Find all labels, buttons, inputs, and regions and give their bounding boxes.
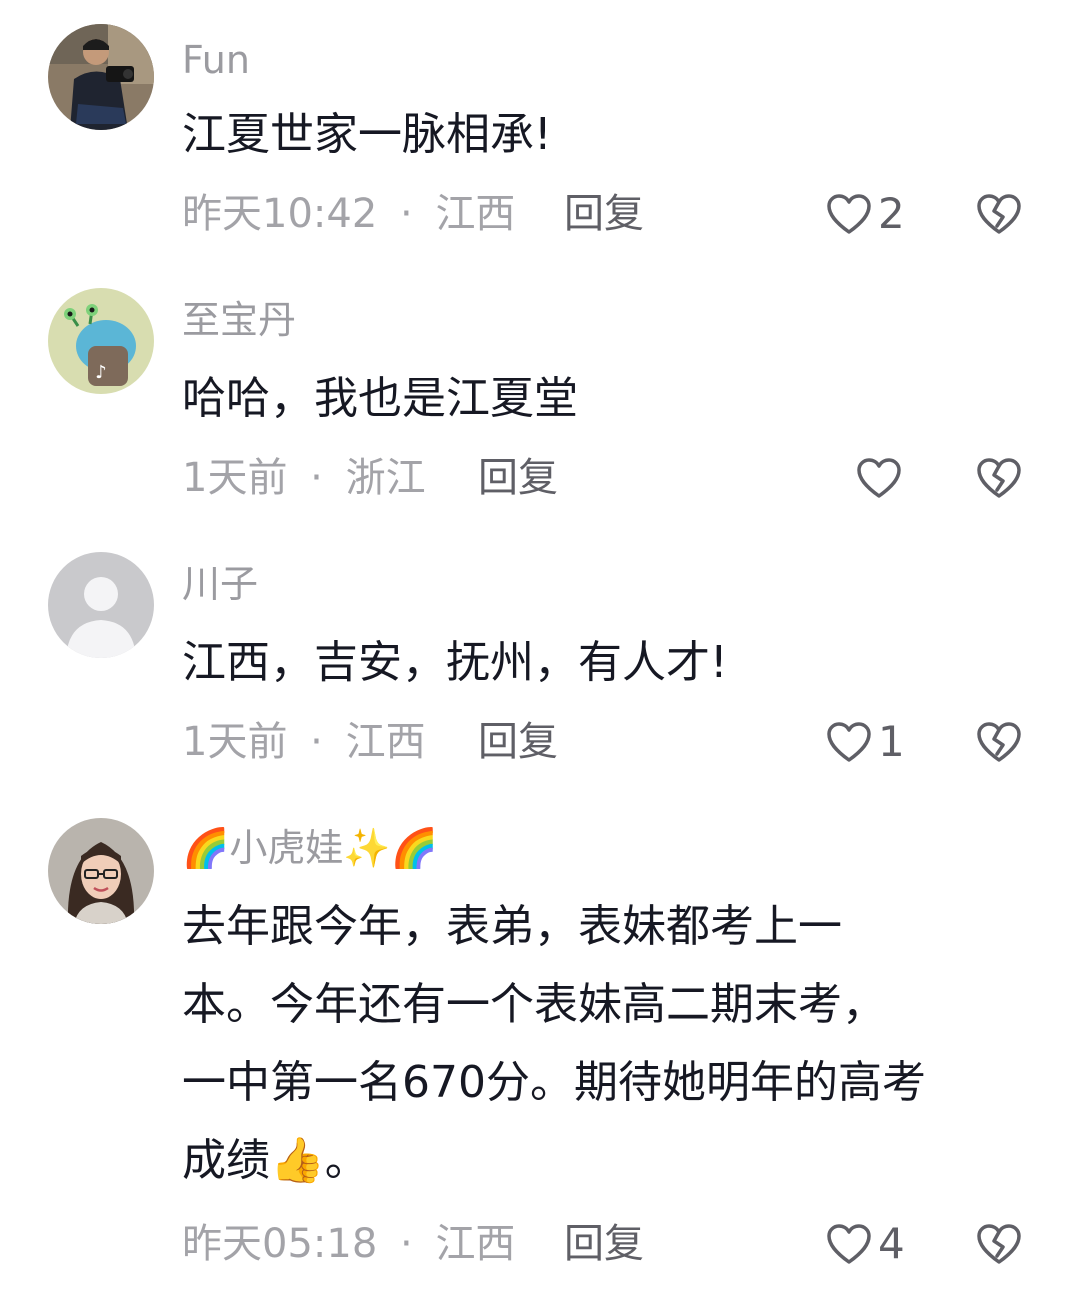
comment-text-tail: 。 bbox=[324, 1135, 369, 1186]
dislike-button[interactable] bbox=[974, 188, 1024, 240]
broken-heart-icon bbox=[977, 1224, 1021, 1264]
comment-location: 江西 bbox=[435, 1221, 516, 1267]
avatar[interactable] bbox=[48, 24, 154, 130]
comment-text: 哈哈，我也是江夏堂 bbox=[182, 373, 578, 424]
comment-time: 昨天05:18 bbox=[182, 1221, 378, 1267]
meta-separator: · bbox=[400, 191, 413, 237]
comment-meta: 昨天10:42 · 江西 bbox=[182, 188, 515, 240]
comment-text-line: 一中第一名670分。期待她明年的高考 bbox=[182, 1057, 926, 1108]
dislike-button[interactable] bbox=[974, 452, 1024, 504]
avatar[interactable]: ♪ bbox=[48, 288, 154, 394]
heart-outline-icon bbox=[827, 722, 871, 762]
comment-text: 江夏世家一脉相承! bbox=[182, 109, 552, 160]
comment-time: 昨天10:42 bbox=[182, 191, 378, 237]
dislike-button[interactable] bbox=[974, 716, 1024, 768]
like-button[interactable] bbox=[856, 452, 908, 504]
reply-button[interactable]: 回复 bbox=[564, 1218, 644, 1270]
heart-outline-icon bbox=[857, 458, 901, 498]
like-count: 1 bbox=[878, 717, 905, 766]
meta-separator: · bbox=[310, 719, 323, 765]
comment-location: 江西 bbox=[435, 191, 516, 237]
like-button[interactable]: 4 bbox=[826, 1218, 905, 1270]
comment-meta: 1天前 · 浙江 bbox=[182, 452, 426, 504]
comment-meta: 昨天05:18 · 江西 bbox=[182, 1218, 515, 1270]
heart-outline-icon bbox=[827, 1224, 871, 1264]
comment-text-line: 去年跟今年，表弟，表妹都考上一 bbox=[182, 901, 842, 952]
broken-heart-icon bbox=[977, 194, 1021, 234]
dislike-button[interactable] bbox=[974, 1218, 1024, 1270]
reply-button[interactable]: 回复 bbox=[564, 188, 644, 240]
comment-time: 1天前 bbox=[182, 719, 288, 765]
default-user-icon bbox=[48, 552, 154, 658]
reply-button[interactable]: 回复 bbox=[478, 452, 558, 504]
meta-separator: · bbox=[400, 1221, 413, 1267]
comment-text: 江西，吉安，抚州，有人才! bbox=[182, 637, 728, 688]
comment-location: 浙江 bbox=[345, 455, 426, 501]
username-text: 小虎娃 bbox=[229, 826, 344, 870]
username[interactable]: 至宝丹 bbox=[182, 296, 296, 344]
comment-time: 1天前 bbox=[182, 455, 288, 501]
avatar[interactable] bbox=[48, 818, 154, 924]
rainbow-emoji: 🌈 bbox=[182, 826, 230, 870]
comment-text-line-last: 成绩👍。 bbox=[182, 1122, 1052, 1200]
comment-location: 江西 bbox=[345, 719, 426, 765]
comment-text-line: 本。今年还有一个表妹高二期末考， bbox=[182, 979, 886, 1030]
broken-heart-icon bbox=[977, 722, 1021, 762]
username[interactable]: 川子 bbox=[182, 560, 258, 608]
broken-heart-icon bbox=[977, 458, 1021, 498]
like-count: 2 bbox=[878, 189, 905, 238]
comment-text: 去年跟今年，表弟，表妹都考上一 本。今年还有一个表妹高二期末考， 一中第一名67… bbox=[182, 888, 1052, 1200]
like-count: 4 bbox=[878, 1219, 905, 1268]
comment-text-line: 成绩 bbox=[182, 1135, 270, 1186]
comment-meta: 1天前 · 江西 bbox=[182, 716, 426, 768]
avatar[interactable] bbox=[48, 552, 154, 658]
svg-text:♪: ♪ bbox=[95, 362, 107, 383]
reply-button[interactable]: 回复 bbox=[478, 716, 558, 768]
like-button[interactable]: 2 bbox=[826, 188, 905, 240]
meta-separator: · bbox=[310, 455, 323, 501]
thumbs-up-emoji: 👍 bbox=[270, 1135, 325, 1186]
username[interactable]: Fun bbox=[182, 36, 250, 84]
heart-outline-icon bbox=[827, 194, 871, 234]
sparkles-rainbow-emoji: ✨🌈 bbox=[343, 826, 438, 870]
like-button[interactable]: 1 bbox=[826, 716, 905, 768]
username[interactable]: 🌈小虎娃✨🌈 bbox=[182, 824, 438, 872]
